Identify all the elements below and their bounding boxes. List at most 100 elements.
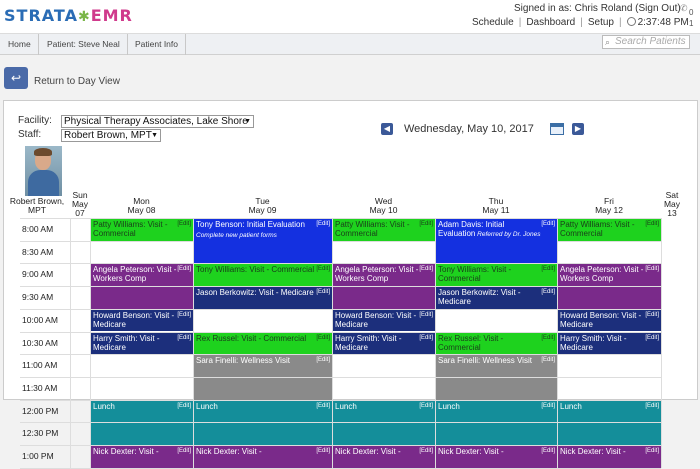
day-date: May 10 (369, 205, 398, 215)
appointment-continuation[interactable] (194, 377, 332, 400)
appointment-continuation[interactable] (436, 377, 557, 400)
appointment-block[interactable]: Rex Russel: Visit - Commercial [Edit] (194, 332, 332, 355)
edit-link[interactable]: [Edit] (645, 265, 659, 274)
edit-link[interactable]: [Edit] (316, 356, 330, 365)
appointment-block[interactable]: Lunch [Edit] (91, 400, 193, 423)
appointment-block[interactable]: Jason Berkowitz: Visit - Medicare [Edit] (194, 287, 332, 309)
edit-link[interactable]: [Edit] (316, 402, 330, 411)
appointment-block[interactable]: Sara Finelli: Wellness Visit [Edit] (436, 355, 557, 377)
grid-line (20, 240, 661, 242)
edit-link[interactable]: [Edit] (316, 265, 330, 274)
appointment-block[interactable]: Nick Dexter: Visit - [Edit] (91, 446, 193, 468)
appointment-block[interactable]: Nick Dexter: Visit - [Edit] (333, 446, 435, 468)
breadcrumb-patient[interactable]: Patient: Steve Neal (47, 34, 120, 55)
appointment-block[interactable]: Howard Benson: Visit - Medicare [Edit] (91, 309, 193, 332)
edit-link[interactable]: [Edit] (419, 220, 433, 229)
appointment-block[interactable]: Angela Peterson: Visit - Workers Comp [Ed… (91, 264, 193, 287)
appointment-block[interactable]: Nick Dexter: Visit - [Edit] (436, 446, 557, 468)
breadcrumb-patient-info[interactable]: Patient Info (135, 34, 178, 55)
edit-link[interactable]: [Edit] (645, 220, 659, 229)
staff-column-header: Robert Brown, MPT (9, 196, 65, 215)
appointment-block[interactable]: Tony Benson: Initial Evaluation Complete… (194, 219, 332, 264)
appointment-block[interactable]: Adam Davis: Initial Evaluation Referred … (436, 219, 557, 264)
brand-logo[interactable]: STRATA✱EMR (4, 6, 133, 25)
appointment-block[interactable]: Harry Smith: Visit - Medicare [Edit] (91, 332, 193, 355)
edit-link[interactable]: [Edit] (419, 311, 433, 320)
edit-link[interactable]: [Edit] (316, 447, 330, 456)
appointment-block[interactable]: Patty Williams: Visit - Commercial [Edit] (558, 219, 661, 241)
time-slot-label: 11:30 AM (22, 382, 58, 393)
edit-link[interactable]: [Edit] (177, 265, 191, 274)
appointment-block[interactable]: Angela Peterson: Visit - Workers Comp [Ed… (333, 264, 435, 287)
appointment-continuation[interactable] (436, 423, 557, 445)
prev-arrow-icon[interactable]: ◀ (381, 123, 393, 135)
appointment-text: Patty Williams: Visit - Commercial (335, 220, 410, 238)
edit-link[interactable]: [Edit] (645, 447, 659, 456)
edit-link[interactable]: [Edit] (177, 220, 191, 229)
edit-link[interactable]: [Edit] (541, 334, 555, 343)
appointment-block[interactable]: Angela Peterson: Visit - Workers Comp [Ed… (558, 264, 661, 287)
search-input[interactable]: ⌕ Search Patients (602, 35, 690, 49)
edit-link[interactable]: [Edit] (645, 334, 659, 343)
staff-select[interactable]: Robert Brown, MPT ▼ (61, 129, 161, 142)
edit-link[interactable]: [Edit] (177, 311, 191, 320)
appointment-continuation[interactable] (91, 287, 193, 309)
return-arrow-icon[interactable]: ↩ (4, 67, 28, 89)
appointment-continuation[interactable] (558, 287, 661, 309)
appointment-block[interactable]: Patty Williams: Visit - Commercial [Edit] (91, 219, 193, 241)
appointment-continuation[interactable] (558, 423, 661, 445)
appointment-block[interactable]: Jason Berkowitz: Visit - Medicare [Edit] (436, 287, 557, 309)
appointment-text: Harry Smith: Visit - Medicare (560, 333, 627, 352)
nav-schedule[interactable]: Schedule (472, 17, 514, 28)
edit-link[interactable]: [Edit] (177, 402, 191, 411)
appointment-block[interactable]: Sara Finelli: Wellness Visit [Edit] (194, 355, 332, 377)
nav-dashboard[interactable]: Dashboard (526, 17, 575, 28)
appointment-continuation[interactable] (194, 423, 332, 445)
edit-link[interactable]: [Edit] (419, 447, 433, 456)
next-arrow-icon[interactable]: ▶ (572, 123, 584, 135)
edit-link[interactable]: [Edit] (541, 288, 555, 297)
edit-link[interactable]: [Edit] (419, 334, 433, 343)
edit-link[interactable]: [Edit] (645, 402, 659, 411)
appointment-block[interactable]: Nick Dexter: Visit - [Edit] (558, 446, 661, 468)
phone-icon[interactable]: ✆ (680, 3, 688, 14)
appointment-block[interactable]: Howard Benson: Visit - Medicare [Edit] (558, 309, 661, 332)
appointment-text: Nick Dexter: Visit - (196, 447, 262, 456)
edit-link[interactable]: [Edit] (419, 265, 433, 274)
edit-link[interactable]: [Edit] (541, 402, 555, 411)
appointment-continuation[interactable] (333, 287, 435, 309)
appointment-block[interactable]: Nick Dexter: Visit - [Edit] (194, 446, 332, 468)
appointment-block[interactable]: Lunch [Edit] (194, 400, 332, 423)
appointment-block[interactable]: Lunch [Edit] (436, 400, 557, 423)
appointment-block[interactable]: Tony Williams: Visit - Commercial [Edit] (436, 264, 557, 287)
appointment-continuation[interactable] (91, 423, 193, 445)
edit-link[interactable]: [Edit] (177, 334, 191, 343)
appointment-text: Patty Williams: Visit - Commercial (560, 220, 635, 238)
appointment-block[interactable]: Harry Smith: Visit - Medicare [Edit] (558, 332, 661, 355)
edit-link[interactable]: [Edit] (541, 220, 555, 229)
appointment-block[interactable]: Lunch [Edit] (333, 400, 435, 423)
edit-link[interactable]: [Edit] (541, 265, 555, 274)
nav-setup[interactable]: Setup (588, 17, 614, 28)
edit-link[interactable]: [Edit] (316, 288, 330, 297)
edit-link[interactable]: [Edit] (541, 356, 555, 365)
edit-link[interactable]: [Edit] (316, 220, 330, 229)
edit-link[interactable]: [Edit] (177, 447, 191, 456)
edit-link[interactable]: [Edit] (419, 402, 433, 411)
edit-link[interactable]: [Edit] (541, 447, 555, 456)
appointment-block[interactable]: Patty Williams: Visit - Commercial [Edit] (333, 219, 435, 241)
appointment-text: Sara Finelli: Wellness Visit (438, 356, 532, 366)
return-to-day-view-link[interactable]: Return to Day View (34, 76, 120, 87)
appointment-block[interactable]: Rex Russel: Visit - Commercial [Edit] (436, 332, 557, 355)
appointment-block[interactable]: Tony Williams: Visit - Commercial [Edit] (194, 264, 332, 287)
appointment-block[interactable]: Harry Smith: Visit - Medicare [Edit] (333, 332, 435, 355)
appointment-continuation[interactable] (333, 423, 435, 445)
edit-link[interactable]: [Edit] (645, 311, 659, 320)
edit-link[interactable]: [Edit] (316, 334, 330, 343)
breadcrumb-home[interactable]: Home (8, 34, 31, 55)
calendar-icon[interactable] (550, 123, 564, 135)
time-slot-label: 9:00 AM (22, 269, 54, 280)
appointment-block[interactable]: Howard Benson: Visit - Medicare [Edit] (333, 309, 435, 332)
appointment-block[interactable]: Lunch [Edit] (558, 400, 661, 423)
facility-select[interactable]: Physical Therapy Associates, Lake Shore ▼ (61, 115, 254, 128)
